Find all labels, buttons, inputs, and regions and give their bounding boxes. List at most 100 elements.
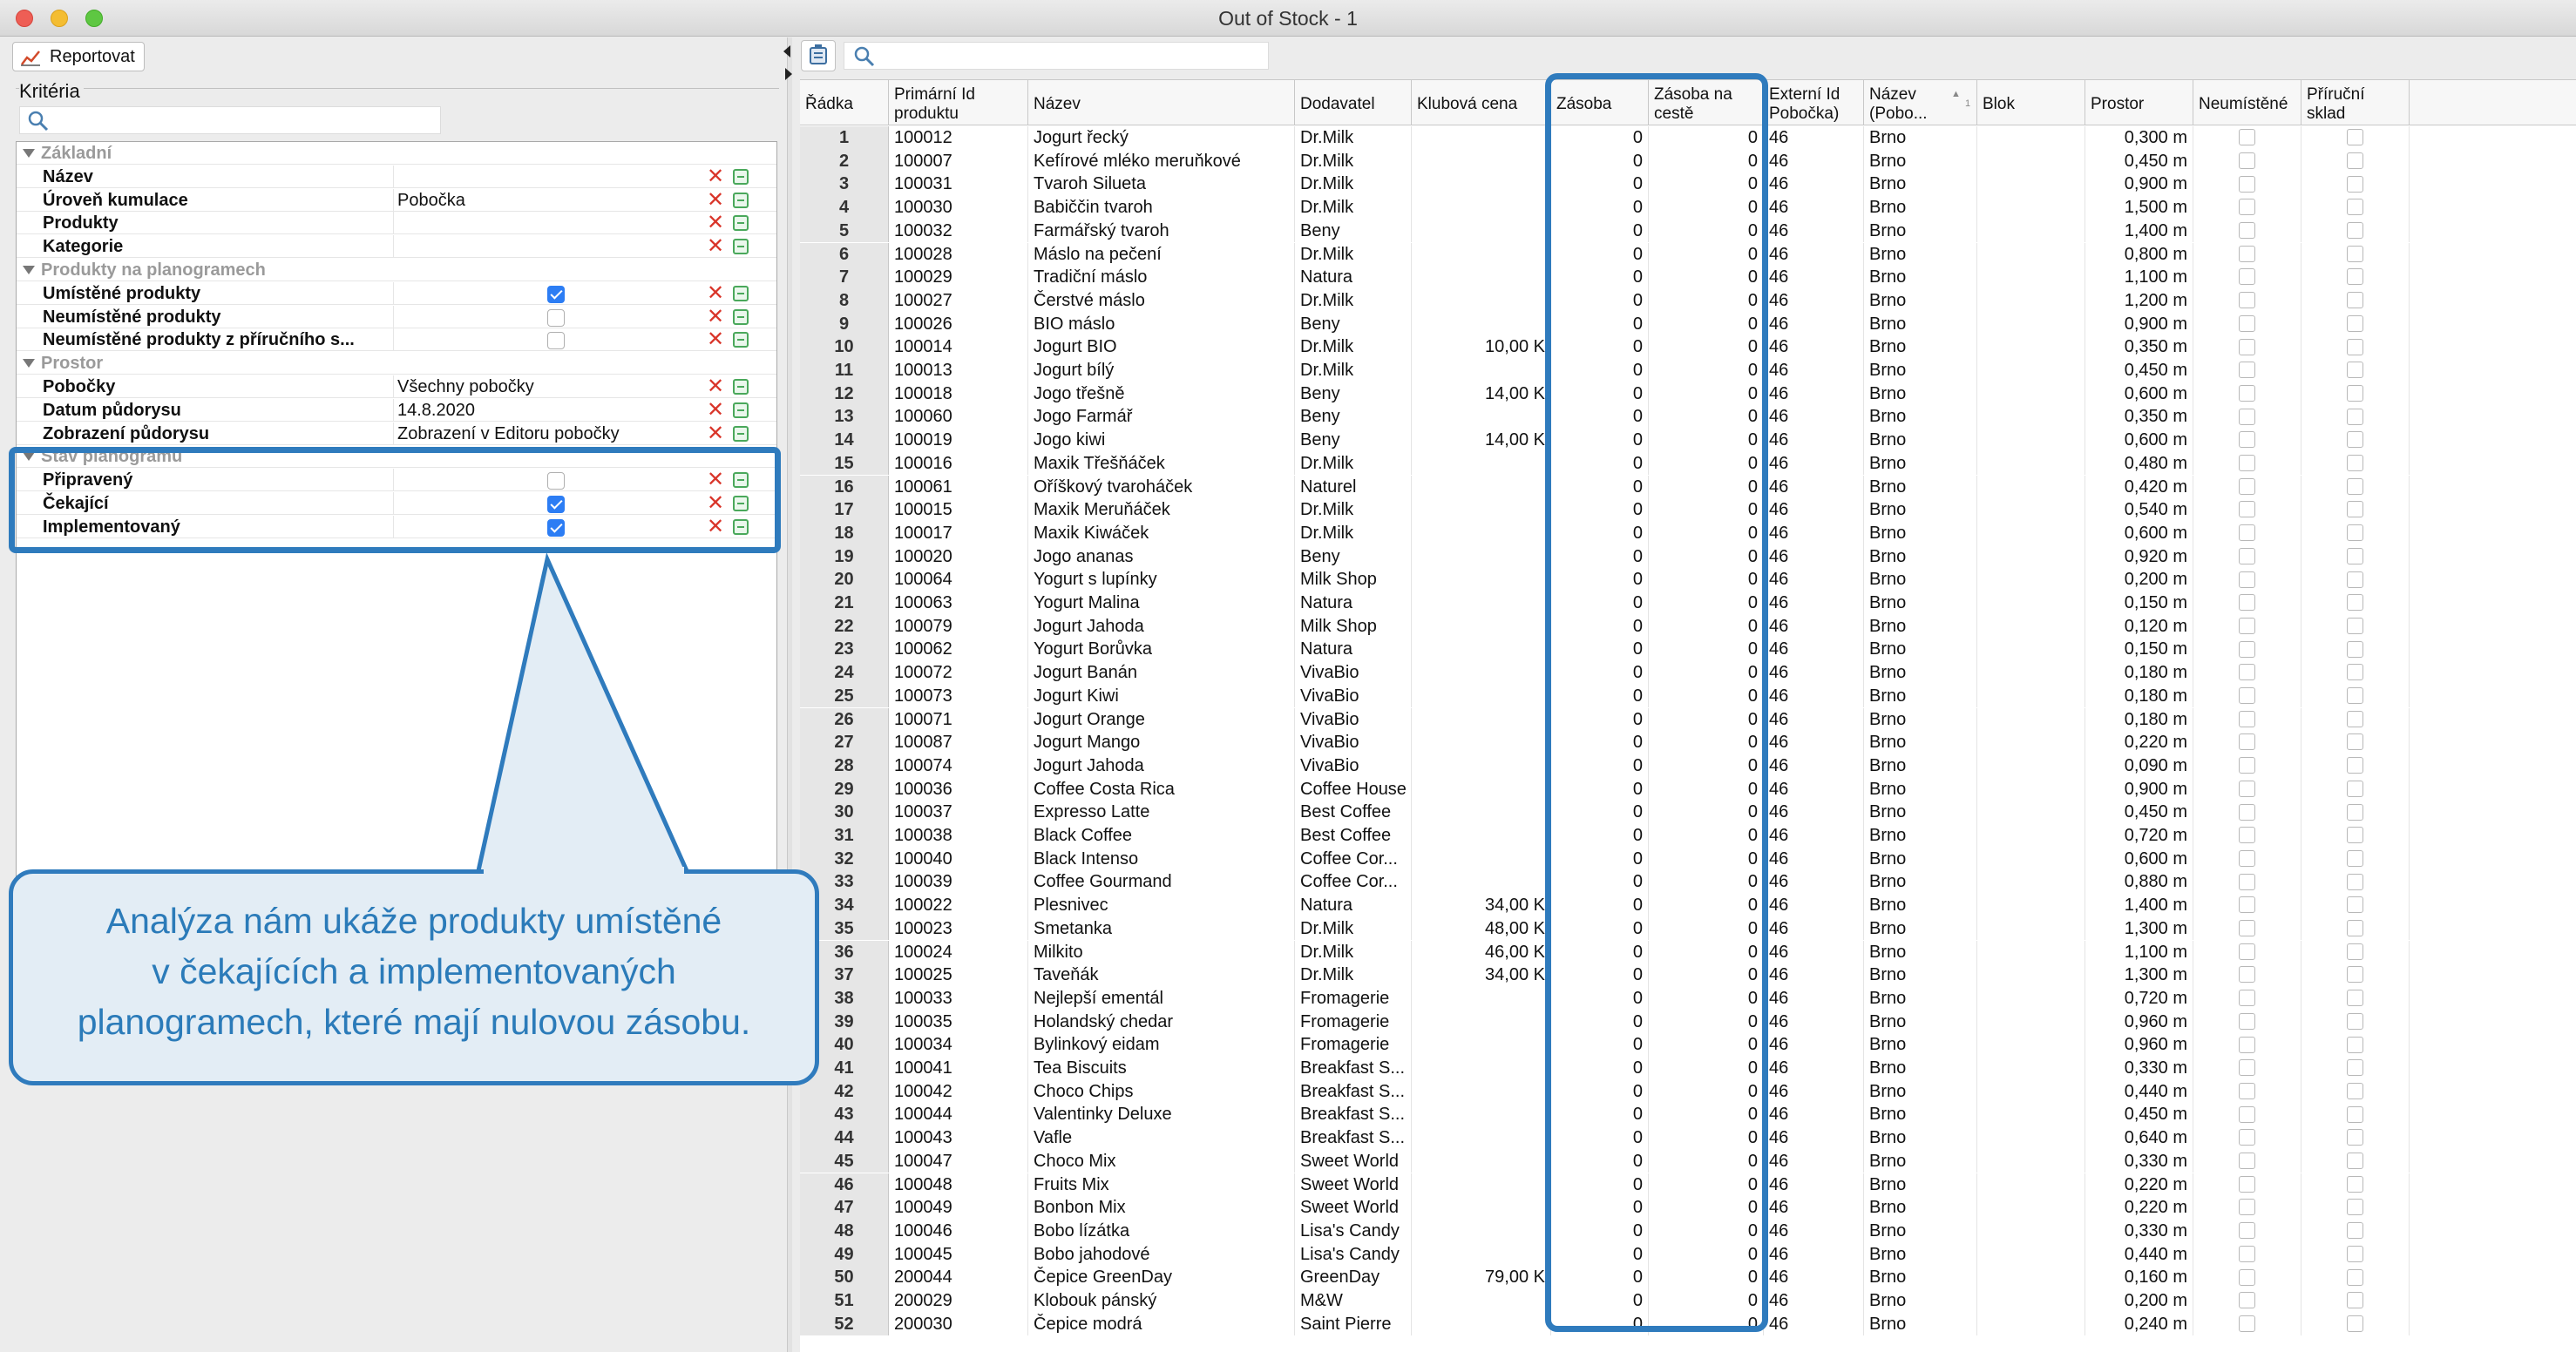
- column-header[interactable]: Blok: [1977, 80, 2085, 125]
- backroom-checkbox[interactable]: [2347, 431, 2363, 449]
- unplaced-checkbox[interactable]: [2239, 966, 2255, 984]
- backroom-checkbox[interactable]: [2347, 1153, 2363, 1170]
- backroom-checkbox[interactable]: [2347, 1129, 2363, 1146]
- unplaced-checkbox[interactable]: [2239, 920, 2255, 937]
- unplaced-checkbox[interactable]: [2239, 1315, 2255, 1332]
- backroom-checkbox[interactable]: [2347, 408, 2363, 425]
- backroom-checkbox[interactable]: [2347, 1175, 2363, 1193]
- unplaced-checkbox[interactable]: [2239, 1268, 2255, 1286]
- column-header[interactable]: Externí Id Pobočka): [1764, 80, 1864, 125]
- unplaced-checkbox[interactable]: [2239, 640, 2255, 658]
- backroom-checkbox[interactable]: [2347, 1105, 2363, 1123]
- unplaced-checkbox[interactable]: [2239, 594, 2255, 612]
- backroom-checkbox[interactable]: [2347, 199, 2363, 216]
- backroom-checkbox[interactable]: [2347, 640, 2363, 658]
- backroom-checkbox[interactable]: [2347, 152, 2363, 169]
- backroom-checkbox[interactable]: [2347, 501, 2363, 518]
- backroom-checkbox[interactable]: [2347, 524, 2363, 542]
- backroom-checkbox[interactable]: [2347, 338, 2363, 355]
- unplaced-checkbox[interactable]: [2239, 1292, 2255, 1309]
- unplaced-checkbox[interactable]: [2239, 1105, 2255, 1123]
- backroom-checkbox[interactable]: [2347, 1222, 2363, 1240]
- unplaced-checkbox[interactable]: [2239, 617, 2255, 634]
- backroom-checkbox[interactable]: [2347, 362, 2363, 379]
- column-header[interactable]: Klubová cena: [1412, 80, 1551, 125]
- backroom-checkbox[interactable]: [2347, 617, 2363, 634]
- backroom-checkbox[interactable]: [2347, 966, 2363, 984]
- backroom-checkbox[interactable]: [2347, 455, 2363, 472]
- unplaced-checkbox[interactable]: [2239, 245, 2255, 262]
- unplaced-checkbox[interactable]: [2239, 199, 2255, 216]
- backroom-checkbox[interactable]: [2347, 780, 2363, 797]
- column-header[interactable]: Příruční sklad: [2301, 80, 2410, 125]
- backroom-checkbox[interactable]: [2347, 803, 2363, 821]
- backroom-checkbox[interactable]: [2347, 175, 2363, 193]
- unplaced-checkbox[interactable]: [2239, 1059, 2255, 1077]
- backroom-checkbox[interactable]: [2347, 757, 2363, 774]
- backroom-checkbox[interactable]: [2347, 1292, 2363, 1309]
- unplaced-checkbox[interactable]: [2239, 268, 2255, 286]
- backroom-checkbox[interactable]: [2347, 943, 2363, 960]
- backroom-checkbox[interactable]: [2347, 687, 2363, 705]
- column-header[interactable]: Neumístěné: [2193, 80, 2301, 125]
- backroom-checkbox[interactable]: [2347, 849, 2363, 867]
- unplaced-checkbox[interactable]: [2239, 314, 2255, 332]
- unplaced-checkbox[interactable]: [2239, 338, 2255, 355]
- backroom-checkbox[interactable]: [2347, 827, 2363, 844]
- unplaced-checkbox[interactable]: [2239, 408, 2255, 425]
- backroom-checkbox[interactable]: [2347, 733, 2363, 751]
- unplaced-checkbox[interactable]: [2239, 1245, 2255, 1262]
- unplaced-checkbox[interactable]: [2239, 1222, 2255, 1240]
- unplaced-checkbox[interactable]: [2239, 222, 2255, 240]
- unplaced-checkbox[interactable]: [2239, 803, 2255, 821]
- unplaced-checkbox[interactable]: [2239, 827, 2255, 844]
- unplaced-checkbox[interactable]: [2239, 757, 2255, 774]
- backroom-checkbox[interactable]: [2347, 477, 2363, 495]
- unplaced-checkbox[interactable]: [2239, 1082, 2255, 1099]
- backroom-checkbox[interactable]: [2347, 571, 2363, 588]
- unplaced-checkbox[interactable]: [2239, 501, 2255, 518]
- column-header[interactable]: Prostor: [2085, 80, 2193, 125]
- unplaced-checkbox[interactable]: [2239, 384, 2255, 402]
- unplaced-checkbox[interactable]: [2239, 873, 2255, 890]
- column-header[interactable]: Název: [1028, 80, 1295, 125]
- unplaced-checkbox[interactable]: [2239, 1153, 2255, 1170]
- unplaced-checkbox[interactable]: [2239, 477, 2255, 495]
- backroom-checkbox[interactable]: [2347, 710, 2363, 727]
- unplaced-checkbox[interactable]: [2239, 780, 2255, 797]
- backroom-checkbox[interactable]: [2347, 314, 2363, 332]
- backroom-checkbox[interactable]: [2347, 1245, 2363, 1262]
- unplaced-checkbox[interactable]: [2239, 1129, 2255, 1146]
- backroom-checkbox[interactable]: [2347, 547, 2363, 564]
- unplaced-checkbox[interactable]: [2239, 896, 2255, 914]
- backroom-checkbox[interactable]: [2347, 594, 2363, 612]
- unplaced-checkbox[interactable]: [2239, 1036, 2255, 1053]
- unplaced-checkbox[interactable]: [2239, 152, 2255, 169]
- unplaced-checkbox[interactable]: [2239, 292, 2255, 309]
- unplaced-checkbox[interactable]: [2239, 687, 2255, 705]
- backroom-checkbox[interactable]: [2347, 1268, 2363, 1286]
- column-header[interactable]: Dodavatel: [1295, 80, 1412, 125]
- unplaced-checkbox[interactable]: [2239, 571, 2255, 588]
- unplaced-checkbox[interactable]: [2239, 733, 2255, 751]
- backroom-checkbox[interactable]: [2347, 1199, 2363, 1216]
- unplaced-checkbox[interactable]: [2239, 849, 2255, 867]
- backroom-checkbox[interactable]: [2347, 1315, 2363, 1332]
- unplaced-checkbox[interactable]: [2239, 1012, 2255, 1030]
- unplaced-checkbox[interactable]: [2239, 664, 2255, 681]
- unplaced-checkbox[interactable]: [2239, 524, 2255, 542]
- backroom-checkbox[interactable]: [2347, 896, 2363, 914]
- backroom-checkbox[interactable]: [2347, 1012, 2363, 1030]
- unplaced-checkbox[interactable]: [2239, 547, 2255, 564]
- backroom-checkbox[interactable]: [2347, 1082, 2363, 1099]
- backroom-checkbox[interactable]: [2347, 292, 2363, 309]
- unplaced-checkbox[interactable]: [2239, 943, 2255, 960]
- backroom-checkbox[interactable]: [2347, 664, 2363, 681]
- backroom-checkbox[interactable]: [2347, 990, 2363, 1007]
- column-header[interactable]: Název (Pobo... ▲ 1: [1864, 80, 1977, 125]
- backroom-checkbox[interactable]: [2347, 1059, 2363, 1077]
- unplaced-checkbox[interactable]: [2239, 362, 2255, 379]
- unplaced-checkbox[interactable]: [2239, 1199, 2255, 1216]
- backroom-checkbox[interactable]: [2347, 384, 2363, 402]
- backroom-checkbox[interactable]: [2347, 1036, 2363, 1053]
